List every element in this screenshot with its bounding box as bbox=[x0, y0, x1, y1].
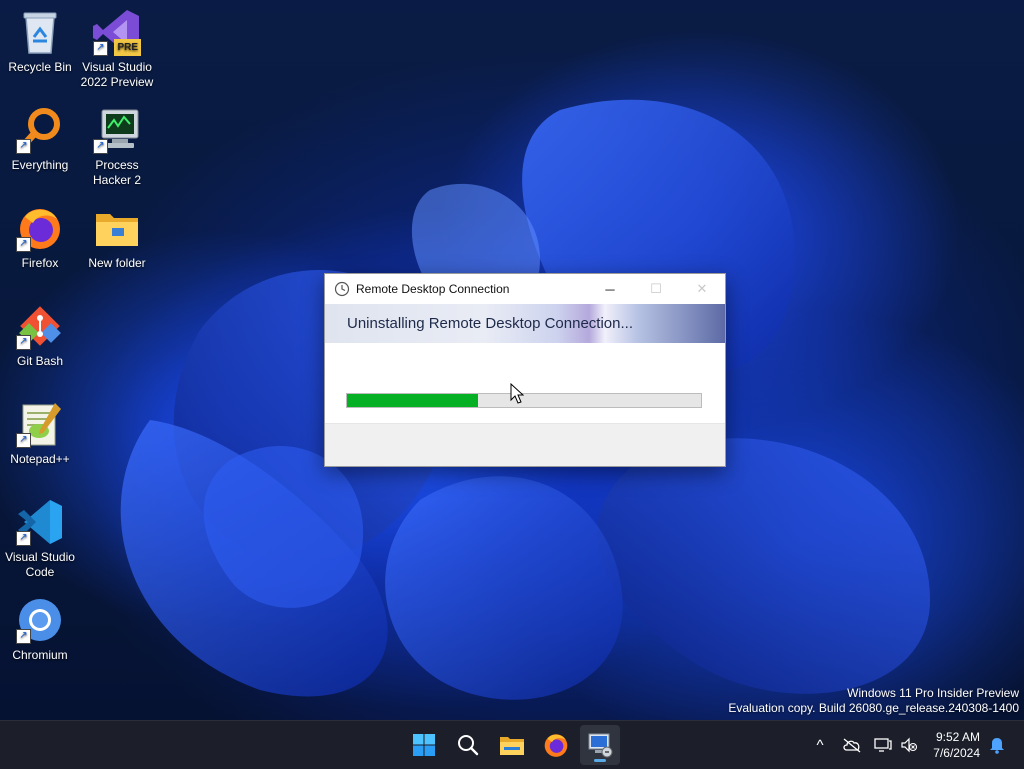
visual-studio-icon: ↗ PRE bbox=[93, 8, 141, 56]
process-hacker-icon: ↗ bbox=[93, 106, 141, 154]
taskbar-firefox[interactable] bbox=[536, 725, 576, 765]
maximize-button: ☐ bbox=[650, 281, 662, 296]
clock-date: 7/6/2024 bbox=[933, 746, 980, 760]
shortcut-arrow-icon: ↗ bbox=[93, 139, 108, 154]
windows-watermark: Windows 11 Pro Insider Preview Evaluatio… bbox=[728, 686, 1019, 716]
desktop-icon-label: Notepad++ bbox=[10, 452, 70, 466]
shortcut-arrow-icon: ↗ bbox=[16, 335, 31, 350]
desktop-icon-label: Firefox bbox=[21, 256, 59, 270]
taskbar-clock[interactable]: 9:52 AM 7/6/2024 bbox=[933, 729, 980, 761]
chevron-up-icon: ^ bbox=[816, 736, 824, 754]
desktop-icon-label: New folder bbox=[88, 256, 146, 270]
desktop-icon-recycle-bin[interactable]: Recycle Bin bbox=[0, 8, 80, 75]
clock-icon bbox=[334, 281, 350, 297]
watermark-build: Evaluation copy. Build 26080.ge_release.… bbox=[728, 701, 1019, 715]
dialog-titlebar[interactable]: Remote Desktop Connection ─ ☐ ✕ bbox=[325, 274, 725, 304]
show-hidden-icons-button[interactable]: ^ bbox=[808, 721, 832, 769]
shortcut-arrow-icon: ↗ bbox=[16, 139, 31, 154]
shortcut-arrow-icon: ↗ bbox=[93, 41, 108, 56]
everything-search-icon: ↗ bbox=[16, 106, 64, 154]
desktop-icon-label: Git Bash bbox=[16, 354, 64, 368]
dialog-title: Remote Desktop Connection bbox=[356, 282, 510, 296]
desktop-icon-vscode[interactable]: ↗ Visual Studio Code bbox=[0, 498, 80, 580]
cloud-offline-icon bbox=[843, 738, 861, 753]
shortcut-arrow-icon: ↗ bbox=[16, 629, 31, 644]
dialog-footer bbox=[325, 424, 725, 466]
active-app-indicator bbox=[594, 759, 606, 762]
desktop-icon-label: Visual Studio 2022 Preview bbox=[80, 60, 154, 89]
minimize-button[interactable]: ─ bbox=[587, 274, 633, 304]
git-bash-icon: ↗ bbox=[16, 302, 64, 350]
taskbar-remote-desktop[interactable] bbox=[580, 725, 620, 765]
clock-time: 9:52 AM bbox=[935, 730, 980, 744]
search-icon bbox=[458, 735, 479, 756]
desktop-icon-label: Visual Studio Code bbox=[5, 550, 75, 579]
tray-volume[interactable] bbox=[898, 721, 920, 769]
firefox-icon bbox=[544, 734, 568, 757]
watermark-edition: Windows 11 Pro Insider Preview bbox=[847, 686, 1019, 700]
progress-bar-fill bbox=[347, 394, 478, 407]
desktop-icon-new-folder[interactable]: New folder bbox=[77, 204, 157, 271]
desktop-icon-process-hacker[interactable]: ↗ Process Hacker 2 bbox=[77, 106, 157, 188]
preview-badge: PRE bbox=[114, 39, 141, 56]
desktop-icon-git-bash[interactable]: ↗ Git Bash bbox=[0, 302, 80, 369]
shortcut-arrow-icon: ↗ bbox=[16, 531, 31, 546]
mouse-cursor-icon bbox=[510, 383, 524, 404]
dialog-body bbox=[325, 343, 725, 424]
chromium-icon: ↗ bbox=[16, 596, 64, 644]
bell-icon bbox=[990, 738, 1004, 754]
desktop-icon-notepad-plus-plus[interactable]: ↗ Notepad++ bbox=[0, 400, 80, 467]
shortcut-arrow-icon: ↗ bbox=[16, 237, 31, 252]
desktop-icon-firefox[interactable]: ↗ Firefox bbox=[0, 204, 80, 271]
dialog-banner: Uninstalling Remote Desktop Connection..… bbox=[325, 304, 725, 343]
uninstall-dialog: Remote Desktop Connection ─ ☐ ✕ Uninstal… bbox=[324, 273, 726, 467]
recycle-bin-icon bbox=[16, 8, 64, 56]
file-explorer-icon bbox=[500, 737, 524, 755]
taskbar-search-button[interactable] bbox=[448, 725, 488, 765]
network-icon bbox=[874, 738, 892, 752]
folder-icon bbox=[93, 204, 141, 252]
desktop-icon-chromium[interactable]: ↗ Chromium bbox=[0, 596, 80, 663]
taskbar-file-explorer[interactable] bbox=[492, 725, 532, 765]
progress-bar bbox=[346, 393, 702, 408]
notifications-button[interactable] bbox=[986, 721, 1008, 769]
volume-muted-icon bbox=[901, 737, 918, 753]
start-button[interactable] bbox=[404, 725, 444, 765]
vscode-icon: ↗ bbox=[16, 498, 64, 546]
desktop-icon-label: Recycle Bin bbox=[8, 60, 72, 74]
desktop-icon-visual-studio[interactable]: ↗ PRE Visual Studio 2022 Preview bbox=[77, 8, 157, 90]
close-button: ✕ bbox=[696, 281, 708, 296]
tray-onedrive[interactable] bbox=[840, 721, 864, 769]
desktop-icon-everything[interactable]: ↗ Everything bbox=[0, 106, 80, 173]
tray-network[interactable] bbox=[872, 721, 894, 769]
dialog-heading: Uninstalling Remote Desktop Connection..… bbox=[347, 315, 633, 332]
desktop-icon-label: Chromium bbox=[12, 648, 68, 662]
desktop-icon-label: Everything bbox=[11, 158, 69, 172]
notepad-plus-plus-icon: ↗ bbox=[16, 400, 64, 448]
firefox-icon: ↗ bbox=[16, 204, 64, 252]
desktop-icon-label: Process Hacker 2 bbox=[92, 158, 142, 187]
remote-desktop-icon bbox=[588, 733, 613, 758]
taskbar: ^ 9:52 AM 7/6/2024 bbox=[0, 720, 1024, 769]
shortcut-arrow-icon: ↗ bbox=[16, 433, 31, 448]
start-icon bbox=[413, 734, 435, 756]
